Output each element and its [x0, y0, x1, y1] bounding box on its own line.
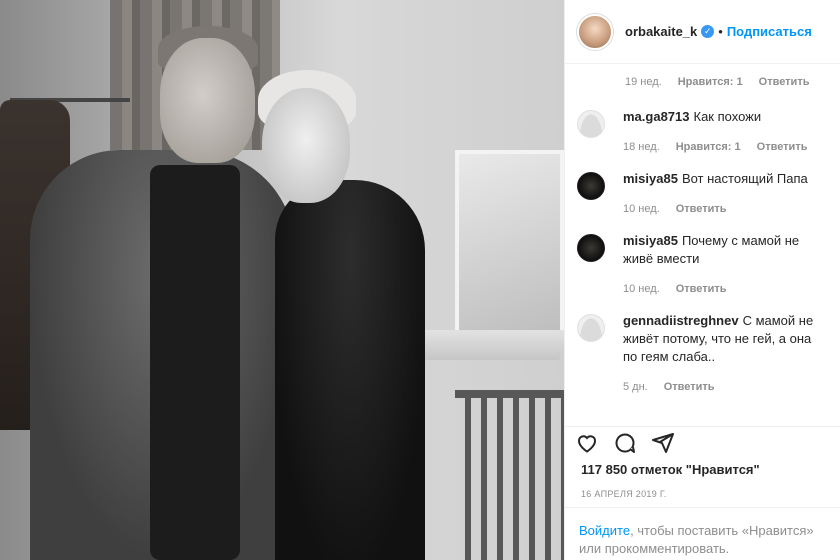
list-item: misiya85 Вот настоящий Папа 10 нед. Ответ… — [565, 170, 840, 228]
list-item: ma.ga8713 Как похожи 18 нед. Нравится: 1 … — [565, 108, 840, 166]
instagram-post: orbakaite_k ✓ • Подписаться 19 нед. Нрав… — [0, 0, 840, 560]
comment-time: 5 дн. — [623, 381, 648, 393]
login-prompt: Войдите, чтобы поставить «Нравится» или … — [565, 507, 840, 558]
photo-woman-face — [262, 88, 350, 203]
post-date: 16 АПРЕЛЯ 2019 Г. — [581, 489, 667, 499]
comments-list[interactable]: 19 нед. Нравится: 1 Ответить ma.ga8713 Ка… — [565, 64, 840, 420]
comment-time: 19 нед. — [625, 76, 662, 88]
comment-button[interactable] — [613, 431, 637, 455]
like-button[interactable] — [575, 431, 599, 455]
comment-time: 10 нед. — [623, 203, 660, 215]
reply-button[interactable]: Ответить — [759, 76, 810, 104]
follow-button[interactable]: Подписаться — [727, 24, 812, 39]
photo-mirror — [455, 150, 564, 340]
post-photo[interactable] — [0, 0, 564, 560]
post-header: orbakaite_k ✓ • Подписаться — [565, 0, 840, 64]
post-actions-bar — [565, 426, 840, 456]
comment-meta: 19 нед. Нравится: 1 Ответить — [565, 64, 840, 104]
reply-button[interactable]: Ответить — [664, 378, 715, 396]
likes-count[interactable]: 117 850 отметок "Нравится" — [581, 462, 760, 477]
photo-man-sweater — [150, 165, 240, 560]
comment-meta: 18 нед. Нравится: 1 Ответить — [623, 138, 807, 156]
list-item: misiya85 Почему с мамой не живё вмести 10… — [565, 232, 840, 308]
post-side-panel: orbakaite_k ✓ • Подписаться 19 нед. Нрав… — [564, 0, 840, 560]
commenter-avatar[interactable] — [577, 172, 605, 200]
comment-time: 18 нед. — [623, 141, 660, 153]
photo-man-face — [160, 38, 255, 163]
photo-chair — [455, 390, 564, 560]
commenter-username[interactable]: gennadiistreghnev — [623, 313, 739, 328]
profile-avatar[interactable] — [577, 13, 613, 50]
login-link[interactable]: Войдите — [579, 523, 630, 538]
verified-badge-icon: ✓ — [701, 25, 715, 38]
share-icon — [652, 433, 674, 453]
commenter-username[interactable]: misiya85 — [623, 233, 678, 248]
photo-woman-blouse — [275, 180, 425, 560]
comment-meta: 10 нед. Ответить — [623, 280, 828, 298]
share-button[interactable] — [651, 431, 675, 455]
comment-text: Вот настоящий Папа — [681, 171, 808, 186]
commenter-avatar[interactable] — [577, 234, 605, 262]
comment-likes[interactable]: Нравится: 1 — [678, 76, 743, 104]
comment-likes[interactable]: Нравится: 1 — [676, 138, 741, 156]
comment-icon — [615, 433, 635, 453]
reply-button[interactable]: Ответить — [676, 280, 727, 298]
reply-button[interactable]: Ответить — [757, 138, 808, 156]
heart-icon — [578, 435, 596, 453]
comment-meta: 5 дн. Ответить — [623, 378, 828, 396]
commenter-avatar[interactable] — [577, 110, 605, 138]
comment-text: Как похожи — [693, 109, 762, 124]
comment-time: 10 нед. — [623, 283, 660, 295]
reply-button[interactable]: Ответить — [676, 200, 727, 218]
comment-meta: 10 нед. Ответить — [623, 200, 808, 218]
header-separator: • — [718, 24, 723, 39]
commenter-username[interactable]: ma.ga8713 — [623, 109, 690, 124]
post-username[interactable]: orbakaite_k — [625, 24, 697, 39]
list-item: gennadiistreghnev С мамой не живёт потому… — [565, 312, 840, 406]
commenter-username[interactable]: misiya85 — [623, 171, 678, 186]
commenter-avatar[interactable] — [577, 314, 605, 342]
